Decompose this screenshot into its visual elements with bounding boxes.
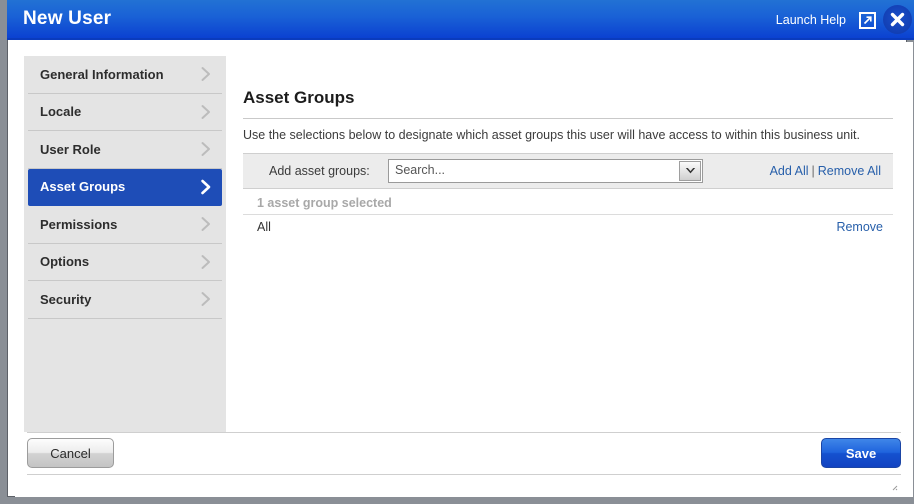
wizard-step-sidebar: General Information Locale User Role Ass…: [24, 56, 226, 446]
sidebar-item-label: User Role: [40, 141, 101, 157]
add-asset-groups-label: Add asset groups:: [269, 164, 370, 178]
sidebar-item-label: Options: [40, 254, 90, 270]
add-asset-groups-row: Add asset groups: Search... Add All | Remo…: [243, 153, 893, 189]
remove-all-link[interactable]: Remove All: [818, 164, 881, 178]
sidebar-item-label: Permissions: [40, 216, 118, 232]
sidebar-item-security[interactable]: Security: [28, 281, 222, 319]
panel-description: Use the selections below to designate wh…: [243, 128, 860, 142]
sidebar-item-label: Locale: [40, 104, 82, 120]
window-title: New User: [23, 8, 112, 29]
sidebar-item-label: General Information: [40, 66, 164, 82]
sidebar-item-asset-groups[interactable]: Asset Groups: [28, 168, 222, 206]
title-divider: [243, 118, 893, 119]
link-separator: |: [811, 164, 815, 178]
chevron-right-icon: [200, 104, 212, 120]
cancel-button[interactable]: Cancel: [27, 438, 114, 468]
dialog-body: General Information Locale User Role Ass…: [15, 42, 913, 497]
add-all-link[interactable]: Add All: [770, 164, 809, 178]
sidebar-item-permissions[interactable]: Permissions: [28, 206, 222, 244]
chevron-right-icon: [200, 179, 212, 195]
chevron-down-icon: [685, 168, 695, 174]
remove-link[interactable]: Remove: [836, 220, 883, 234]
sidebar-item-options[interactable]: Options: [28, 244, 222, 281]
chevron-right-icon: [200, 216, 212, 232]
titlebar: New User Launch Help: [7, 0, 914, 40]
table-row: All Remove: [243, 216, 893, 242]
sidebar-item-label: Asset Groups: [40, 179, 126, 195]
footer-bottom-divider: [27, 474, 901, 475]
asset-group-search-combobox[interactable]: Search...: [388, 159, 703, 183]
page-title: Asset Groups: [243, 88, 355, 107]
new-user-dialog-window: New User Launch Help General Information: [0, 0, 914, 504]
asset-groups-panel: Asset Groups Use the selections below to…: [227, 56, 904, 474]
close-icon: [890, 12, 905, 27]
launch-help-link[interactable]: Launch Help: [776, 13, 846, 27]
bulk-action-links: Add All | Remove All: [770, 164, 881, 178]
chevron-right-icon: [200, 66, 212, 82]
chevron-right-icon: [200, 141, 212, 157]
footer-top-divider: [27, 432, 901, 433]
chevron-right-icon: [200, 254, 212, 270]
search-input[interactable]: Search...: [395, 163, 445, 177]
sidebar-item-locale[interactable]: Locale: [28, 94, 222, 131]
dialog-footer: Cancel Save: [15, 432, 913, 496]
sidebar-item-user-role[interactable]: User Role: [28, 131, 222, 169]
popout-window-icon[interactable]: [859, 12, 876, 29]
resize-grip[interactable]: [888, 478, 898, 491]
dropdown-toggle-button[interactable]: [679, 161, 701, 181]
sidebar-item-general-information[interactable]: General Information: [28, 56, 222, 94]
list-header-divider: [243, 214, 893, 215]
asset-group-name: All: [257, 220, 271, 234]
save-button[interactable]: Save: [821, 438, 901, 468]
chevron-right-icon: [200, 291, 212, 307]
selected-count-label: 1 asset group selected: [257, 196, 392, 210]
sidebar-item-label: Security: [40, 291, 92, 307]
close-button[interactable]: [883, 5, 912, 34]
